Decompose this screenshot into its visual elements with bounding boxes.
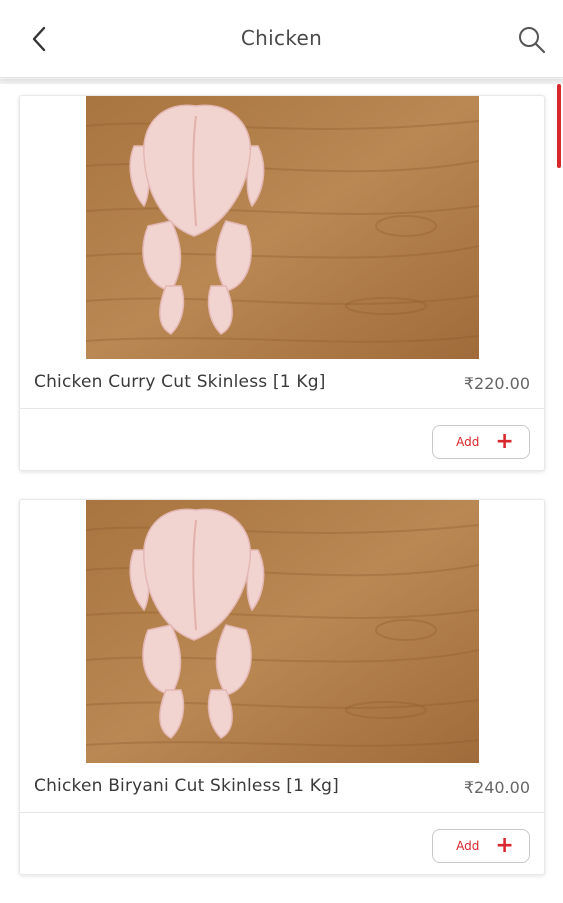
search-button[interactable] xyxy=(511,20,553,60)
add-to-cart-button[interactable]: Add + xyxy=(432,829,530,863)
app-bar: Chicken xyxy=(0,0,563,78)
search-icon xyxy=(519,27,546,54)
product-price: ₹240.00 xyxy=(463,778,530,797)
product-image-whole-chicken xyxy=(86,96,479,359)
product-card[interactable]: Chicken Curry Cut Skinless [1 Kg] ₹220.0… xyxy=(19,95,545,471)
add-button-label: Add xyxy=(456,435,480,449)
divider xyxy=(20,408,544,409)
product-list: Chicken Curry Cut Skinless [1 Kg] ₹220.0… xyxy=(19,95,545,903)
header-shadow-strip xyxy=(0,79,563,84)
add-to-cart-button[interactable]: Add + xyxy=(432,425,530,459)
product-price: ₹220.00 xyxy=(463,374,530,393)
add-button-label: Add xyxy=(456,839,480,853)
page-title: Chicken xyxy=(240,26,323,50)
divider xyxy=(20,812,544,813)
product-image-whole-chicken xyxy=(86,500,479,763)
product-card[interactable]: Chicken Biryani Cut Skinless [1 Kg] ₹240… xyxy=(19,499,545,875)
product-name[interactable]: Chicken Biryani Cut Skinless [1 Kg] xyxy=(34,776,339,796)
product-name[interactable]: Chicken Curry Cut Skinless [1 Kg] xyxy=(34,372,326,392)
scrollbar[interactable] xyxy=(557,84,561,168)
plus-icon: + xyxy=(495,429,514,454)
plus-icon: + xyxy=(495,833,514,858)
